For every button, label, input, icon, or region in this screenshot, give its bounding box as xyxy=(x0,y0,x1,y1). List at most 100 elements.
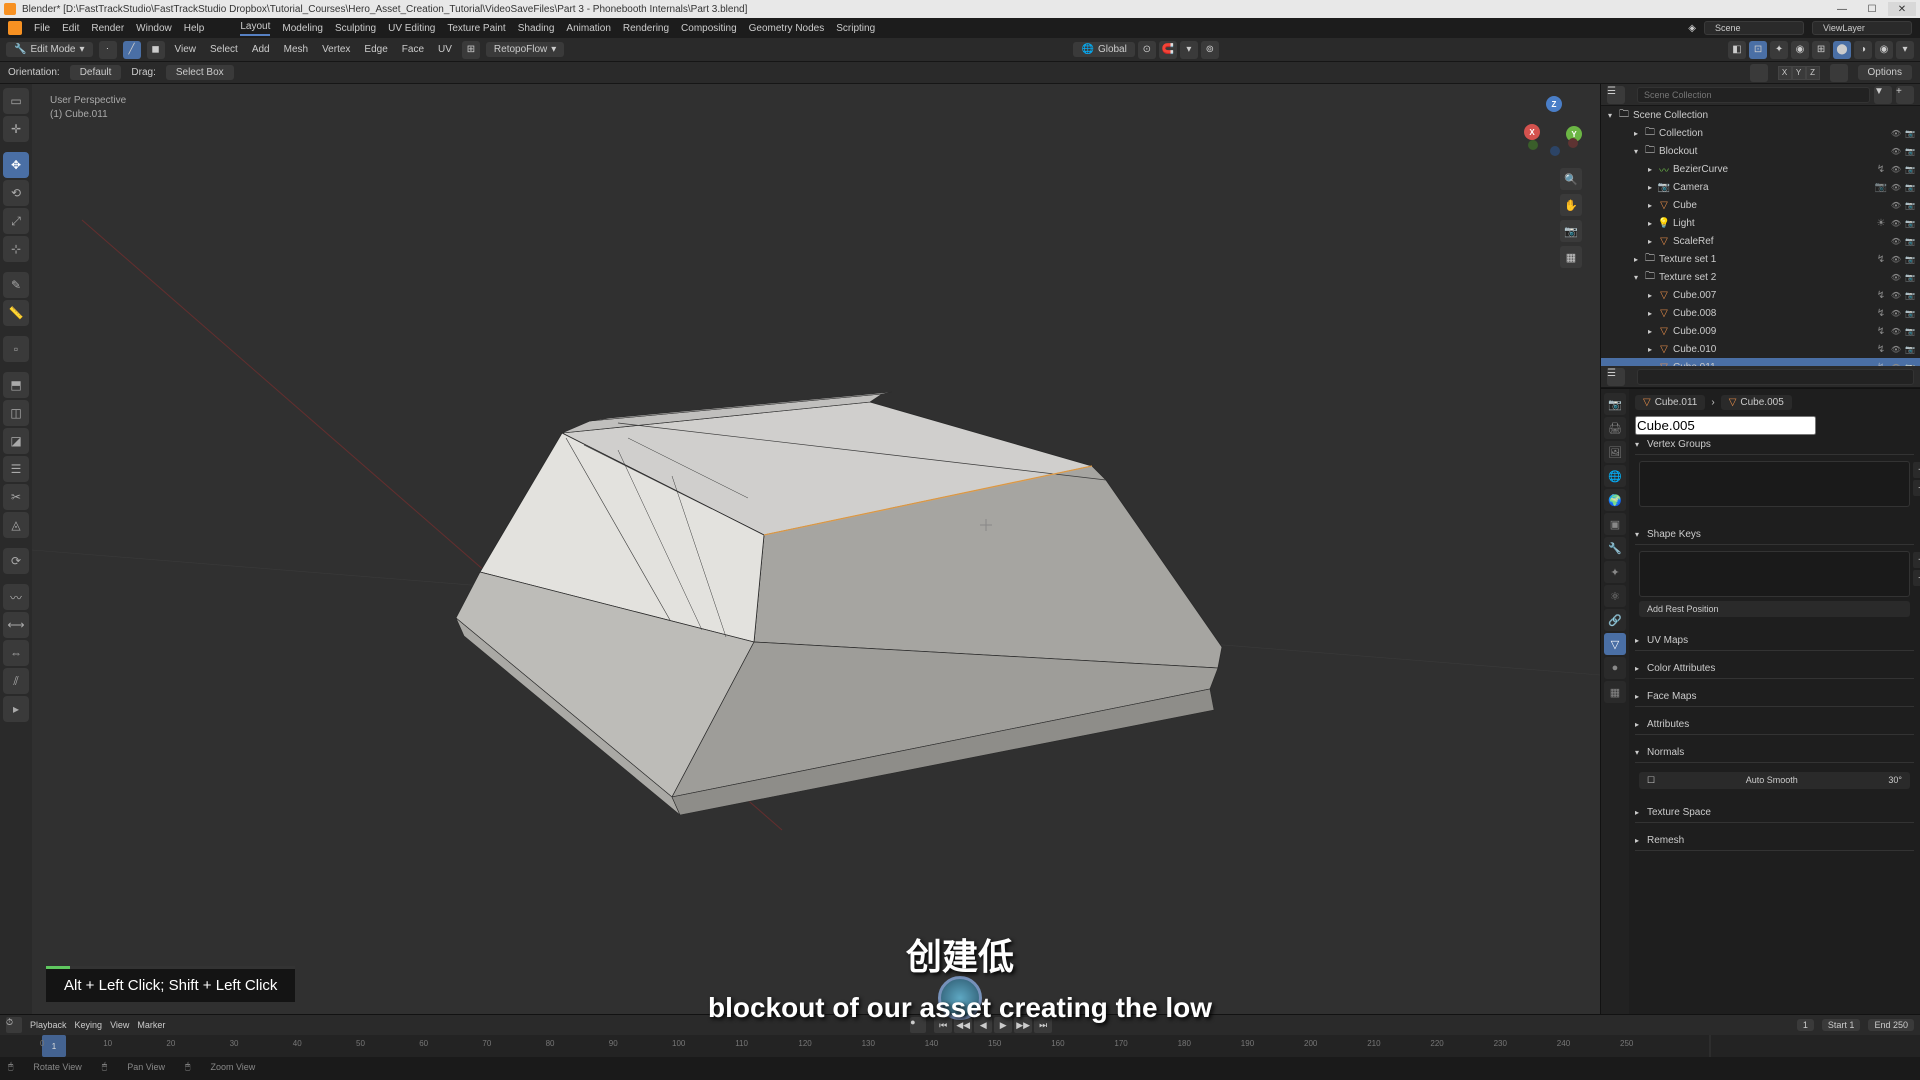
retopo-icon[interactable]: ⊞ xyxy=(462,41,480,59)
shape-keys-list[interactable]: +− xyxy=(1639,551,1910,597)
outliner-row[interactable]: ▸🗀Collection👁📷 xyxy=(1601,124,1920,142)
outliner-row[interactable]: ▾🗀Blockout👁📷 xyxy=(1601,142,1920,160)
knife-tool[interactable]: ✂ xyxy=(3,484,29,510)
overlay-toggle[interactable]: ◉ xyxy=(1791,41,1809,59)
drag-field[interactable]: Select Box xyxy=(166,65,234,80)
bevel-tool[interactable]: ◪ xyxy=(3,428,29,454)
tab-mesh-data[interactable]: ▽ xyxy=(1604,633,1626,655)
nav-gizmo[interactable]: Z Y X xyxy=(1522,96,1582,156)
mode-dropdown[interactable]: 🔧Edit Mode▾ xyxy=(6,42,93,57)
edge-select-mode[interactable]: ╱ xyxy=(123,41,141,59)
add-cube-tool[interactable]: ▫ xyxy=(3,336,29,362)
menu-keying[interactable]: Keying xyxy=(75,1020,103,1030)
tab-physics[interactable]: ⚛ xyxy=(1604,585,1626,607)
outliner-row[interactable]: ▸▽Cube.007↯👁📷 xyxy=(1601,286,1920,304)
orientation-field[interactable]: Default xyxy=(70,65,122,80)
workspace-animation[interactable]: Animation xyxy=(566,23,610,34)
automerge-toggle[interactable] xyxy=(1830,64,1848,82)
menu-playback[interactable]: Playback xyxy=(30,1020,67,1030)
outliner-filter-icon[interactable]: ▼ xyxy=(1874,86,1892,104)
extrude-tool[interactable]: ⬒ xyxy=(3,372,29,398)
vertex-groups-list[interactable]: +− xyxy=(1639,461,1910,507)
tab-texture[interactable]: ▦ xyxy=(1604,681,1626,703)
timeline-ruler[interactable]: 1 01020304050607080901001101201301401501… xyxy=(0,1035,1920,1057)
retopoflow-dropdown[interactable]: RetopoFlow▾ xyxy=(486,42,564,57)
outliner-row[interactable]: ▸▽Cube👁📷 xyxy=(1601,196,1920,214)
menu-render[interactable]: Render xyxy=(91,23,124,34)
scene-dropdown[interactable]: Scene xyxy=(1704,21,1804,35)
section-remesh[interactable]: ▸Remesh xyxy=(1635,831,1914,851)
section-attributes[interactable]: ▸Attributes xyxy=(1635,715,1914,735)
measure-tool[interactable]: 📏 xyxy=(3,300,29,326)
tab-constraints[interactable]: 🔗 xyxy=(1604,609,1626,631)
axis-neg-y-icon[interactable] xyxy=(1528,140,1538,150)
workspace-shading[interactable]: Shading xyxy=(518,23,555,34)
face-select-mode[interactable]: ◼ xyxy=(147,41,165,59)
menu-marker[interactable]: Marker xyxy=(137,1020,165,1030)
start-frame-field[interactable]: Start 1 xyxy=(1822,1019,1861,1031)
outliner-row[interactable]: ▸▽ScaleRef👁📷 xyxy=(1601,232,1920,250)
remove-icon[interactable]: − xyxy=(1913,570,1920,586)
spin-tool[interactable]: ⟳ xyxy=(3,548,29,574)
mirror-y[interactable]: Y xyxy=(1792,66,1806,80)
axis-neg-z-icon[interactable] xyxy=(1550,146,1560,156)
polybuild-tool[interactable]: ◬ xyxy=(3,512,29,538)
pan-icon[interactable]: ✋ xyxy=(1560,194,1582,216)
zoom-icon[interactable]: 🔍 xyxy=(1560,168,1582,190)
shrink-tool[interactable]: ⇔ xyxy=(3,640,29,666)
mirror-x[interactable]: X xyxy=(1778,66,1792,80)
ortho-toggle-icon[interactable]: ▦ xyxy=(1560,246,1582,268)
menu-face[interactable]: Face xyxy=(398,42,428,57)
menu-uv[interactable]: UV xyxy=(434,42,456,57)
minimize-button[interactable]: — xyxy=(1828,2,1856,16)
menu-edge[interactable]: Edge xyxy=(360,42,391,57)
blender-logo-icon[interactable] xyxy=(8,21,22,35)
outliner-row[interactable]: ▸▽Cube.010↯👁📷 xyxy=(1601,340,1920,358)
cursor-tool[interactable]: ✛ xyxy=(3,116,29,142)
transform-orientation[interactable]: 🌐Global xyxy=(1073,42,1134,57)
outliner-row[interactable]: ▸▽Cube.009↯👁📷 xyxy=(1601,322,1920,340)
rotate-tool[interactable]: ⟲ xyxy=(3,180,29,206)
tab-render[interactable]: 📷 xyxy=(1604,393,1626,415)
loopcut-tool[interactable]: ☰ xyxy=(3,456,29,482)
section-uv-maps[interactable]: ▸UV Maps xyxy=(1635,631,1914,651)
outliner-row[interactable]: ▸▽Cube.011↯👁📷 xyxy=(1601,358,1920,366)
camera-icon[interactable]: 📷 xyxy=(1560,220,1582,242)
current-frame-field[interactable]: 1 xyxy=(1797,1019,1814,1031)
shading-solid[interactable]: ⬤ xyxy=(1833,41,1851,59)
tab-particles[interactable]: ✦ xyxy=(1604,561,1626,583)
axis-z-icon[interactable]: Z xyxy=(1546,96,1562,112)
playhead[interactable]: 1 xyxy=(42,1035,66,1057)
section-color-attributes[interactable]: ▸Color Attributes xyxy=(1635,659,1914,679)
shading-dropdown[interactable]: ▾ xyxy=(1896,41,1914,59)
outliner-row[interactable]: ▸💡Light☀👁📷 xyxy=(1601,214,1920,232)
outliner[interactable]: ▾🗀 Scene Collection ▸🗀Collection👁📷▾🗀Bloc… xyxy=(1601,106,1920,366)
add-icon[interactable]: + xyxy=(1913,552,1920,568)
smooth-tool[interactable]: 〰 xyxy=(3,584,29,610)
menu-view[interactable]: View xyxy=(171,42,201,57)
tab-material[interactable]: ● xyxy=(1604,657,1626,679)
annotate-tool[interactable]: ✎ xyxy=(3,272,29,298)
mesh-edit-mode-icon[interactable]: ◧ xyxy=(1728,41,1746,59)
outliner-row[interactable]: ▾🗀Texture set 2👁📷 xyxy=(1601,268,1920,286)
axis-x-icon[interactable]: X xyxy=(1524,124,1540,140)
tab-viewlayer[interactable]: 🖼 xyxy=(1604,441,1626,463)
menu-vertex[interactable]: Vertex xyxy=(318,42,354,57)
rip-tool[interactable]: ▸ xyxy=(3,696,29,722)
tab-output[interactable]: 🖨 xyxy=(1604,417,1626,439)
outliner-row[interactable]: ▸📷Camera📷👁📷 xyxy=(1601,178,1920,196)
add-icon[interactable]: + xyxy=(1913,462,1920,478)
menu-add[interactable]: Add xyxy=(248,42,274,57)
vertex-select-mode[interactable]: ⋅ xyxy=(99,41,117,59)
outliner-search[interactable] xyxy=(1637,87,1870,103)
snap-dropdown[interactable]: ▾ xyxy=(1180,41,1198,59)
shear-tool[interactable]: ⫽ xyxy=(3,668,29,694)
outliner-row[interactable]: ▸▽Cube.008↯👁📷 xyxy=(1601,304,1920,322)
3d-viewport[interactable]: User Perspective (1) Cube.011 Z Y X 🔍 ✋ … xyxy=(32,84,1600,1014)
workspace-geonodes[interactable]: Geometry Nodes xyxy=(749,23,825,34)
tab-object[interactable]: ▣ xyxy=(1604,513,1626,535)
mirror-icon[interactable] xyxy=(1750,64,1768,82)
edge-slide-tool[interactable]: ⟷ xyxy=(3,612,29,638)
axis-neg-x-icon[interactable] xyxy=(1568,138,1578,148)
scale-tool[interactable]: ⤢ xyxy=(3,208,29,234)
